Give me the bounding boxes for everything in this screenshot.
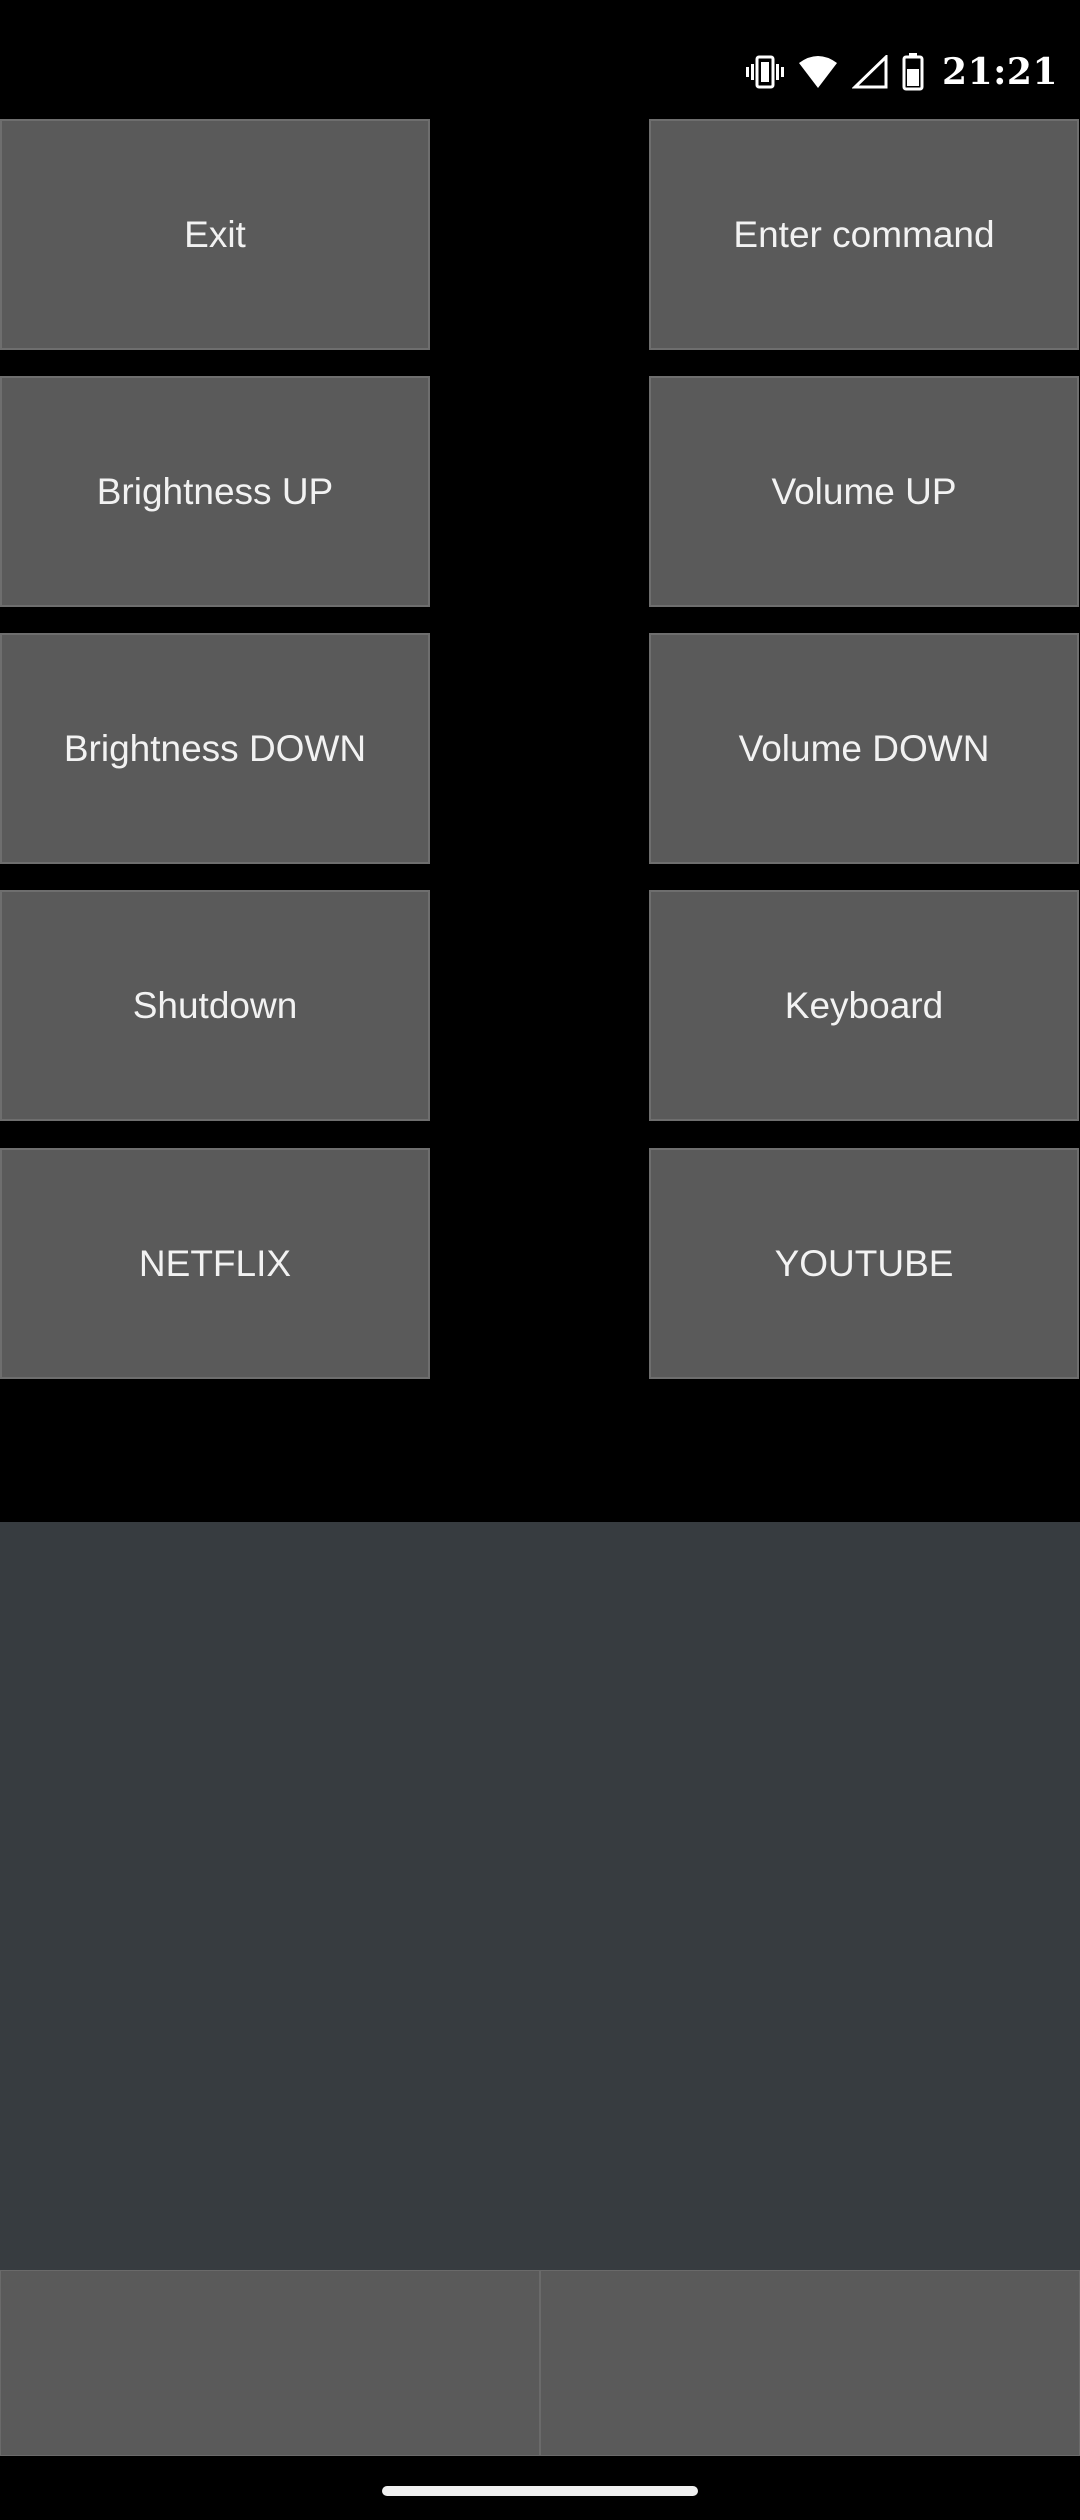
vibrate-icon <box>746 54 785 90</box>
status-icons: 21:21 <box>746 50 1058 94</box>
touchpad-area[interactable] <box>0 1522 1080 2270</box>
netflix-button[interactable]: NETFLIX <box>0 1148 430 1379</box>
brightness-down-button[interactable]: Brightness DOWN <box>0 633 430 864</box>
brightness-up-button[interactable]: Brightness UP <box>0 376 430 607</box>
wifi-icon <box>798 55 838 89</box>
right-click-button[interactable] <box>540 2270 1080 2456</box>
youtube-button[interactable]: YOUTUBE <box>649 1148 1079 1379</box>
keyboard-button[interactable]: Keyboard <box>649 890 1079 1121</box>
volume-down-button[interactable]: Volume DOWN <box>649 633 1079 864</box>
battery-icon <box>902 53 924 91</box>
shutdown-button[interactable]: Shutdown <box>0 890 430 1121</box>
status-clock: 21:21 <box>942 51 1058 93</box>
status-bar: 21:21 <box>0 0 1080 118</box>
volume-up-button[interactable]: Volume UP <box>649 376 1079 607</box>
cell-signal-icon <box>852 55 888 89</box>
left-click-button[interactable] <box>0 2270 540 2456</box>
home-indicator[interactable] <box>382 2486 698 2496</box>
exit-button[interactable]: Exit <box>0 119 430 350</box>
enter-command-button[interactable]: Enter command <box>649 119 1079 350</box>
